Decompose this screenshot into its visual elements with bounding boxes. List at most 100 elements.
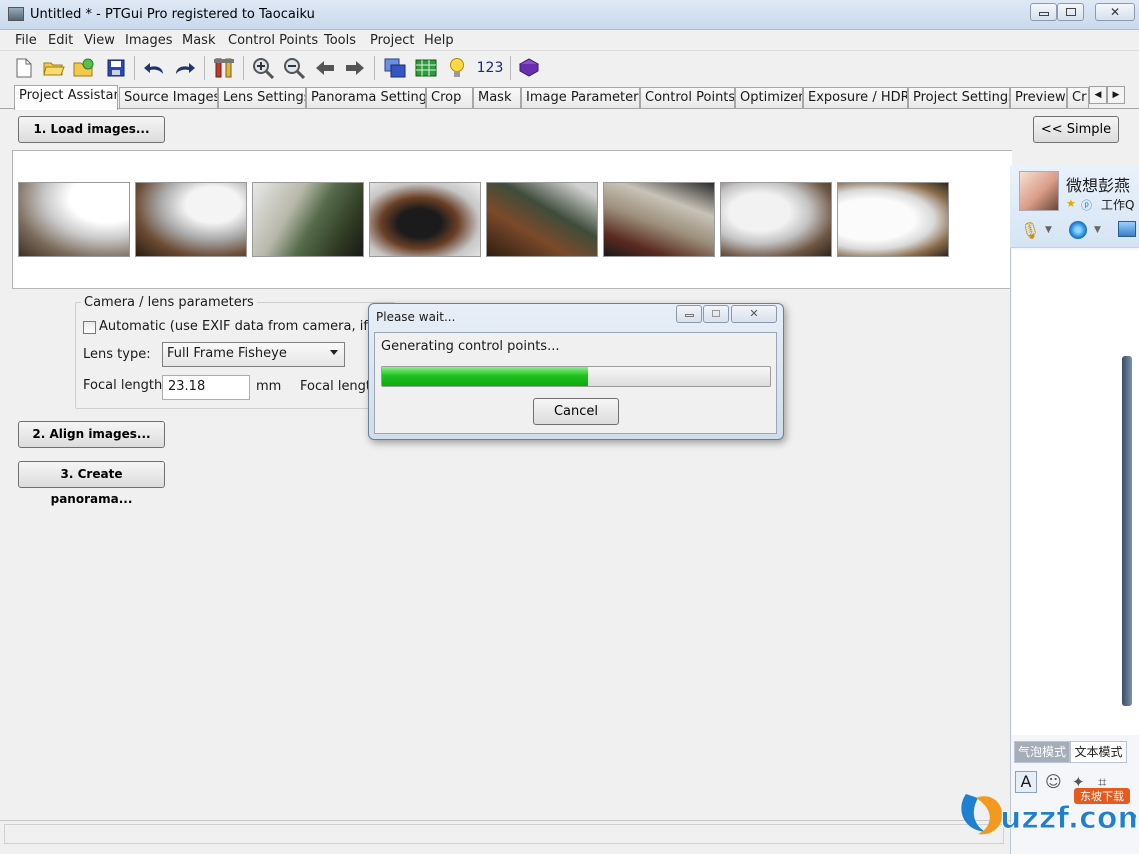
- menu-bar: File Edit View Images Mask Control Point…: [0, 30, 1139, 51]
- arrow-right-icon[interactable]: [343, 56, 367, 80]
- arrow-left-icon[interactable]: [313, 56, 337, 80]
- status-bar: [0, 820, 1010, 846]
- tab-project-settings[interactable]: Project Settings: [908, 87, 1010, 109]
- new-file-icon[interactable]: [12, 56, 36, 80]
- toolbar-separator: [243, 56, 244, 80]
- zoom-out-icon[interactable]: [282, 56, 306, 80]
- maximize-button[interactable]: [1057, 3, 1084, 21]
- bulb-icon[interactable]: [445, 56, 469, 80]
- table-icon[interactable]: [414, 56, 438, 80]
- automatic-exif-label: Automatic (use EXIF data from camera, if…: [99, 319, 403, 334]
- open-folder-icon[interactable]: [42, 56, 66, 80]
- simple-button[interactable]: << Simple: [1033, 116, 1119, 143]
- thumbnail-1[interactable]: [18, 182, 130, 257]
- status-bar-cell: [4, 824, 1004, 844]
- focal-length-label: Focal length:: [83, 378, 167, 393]
- qq-scrollbar[interactable]: [1122, 356, 1132, 706]
- avatar[interactable]: [1019, 171, 1059, 211]
- tab-image-parameters[interactable]: Image Parameters: [521, 87, 640, 109]
- tab-optimizer[interactable]: Optimizer: [735, 87, 803, 109]
- qq-chat-area: [1012, 250, 1139, 735]
- tab-scroll-left-icon[interactable]: ◀: [1089, 86, 1107, 104]
- align-images-button[interactable]: 2. Align images...: [18, 421, 165, 448]
- thumbnail-5[interactable]: [486, 182, 598, 257]
- star-icon: ★: [1066, 197, 1076, 210]
- tab-source-images[interactable]: Source Images: [119, 87, 218, 109]
- chevron-down-icon[interactable]: ▼: [1045, 225, 1052, 235]
- tab-project-assistant[interactable]: Project Assistant: [14, 85, 118, 110]
- close-icon: ✕: [749, 307, 759, 320]
- toolbar-separator: [374, 56, 375, 80]
- zoom-in-icon[interactable]: [251, 56, 275, 80]
- load-images-button[interactable]: 1. Load images...: [18, 116, 165, 143]
- save-icon[interactable]: [104, 56, 128, 80]
- undo-icon[interactable]: [142, 56, 166, 80]
- create-panorama-button[interactable]: 3. Create panorama...: [18, 461, 165, 506]
- thumbnail-8[interactable]: [837, 182, 949, 257]
- help-book-icon[interactable]: [517, 56, 541, 80]
- toolbar-separator: [134, 56, 135, 80]
- tab-scroll-right-icon[interactable]: ▶: [1107, 86, 1125, 104]
- thumbnail-7[interactable]: [720, 182, 832, 257]
- menu-tools[interactable]: Tools: [324, 33, 356, 48]
- lens-type-select[interactable]: Full Frame Fisheye: [162, 342, 345, 367]
- menu-images[interactable]: Images: [125, 33, 173, 48]
- menu-view[interactable]: View: [84, 33, 115, 48]
- menu-mask[interactable]: Mask: [182, 33, 215, 48]
- focal-length-unit: mm: [256, 379, 282, 394]
- thumbnail-2[interactable]: [135, 182, 247, 257]
- menu-file[interactable]: File: [15, 33, 37, 48]
- menu-control-points[interactable]: Control Points: [228, 33, 318, 48]
- dialog-close-button[interactable]: ✕: [731, 305, 777, 323]
- tab-crop[interactable]: Crop: [426, 87, 473, 109]
- thumbnail-6[interactable]: [603, 182, 715, 257]
- thumbnail-4[interactable]: [369, 182, 481, 257]
- dialog-maximize-button[interactable]: [703, 305, 729, 323]
- screen-share-icon[interactable]: [1118, 221, 1136, 237]
- progress-bar: [381, 366, 771, 387]
- menu-edit[interactable]: Edit: [48, 33, 73, 48]
- close-button[interactable]: ✕: [1095, 3, 1135, 21]
- close-icon: ✕: [1109, 5, 1121, 19]
- toolbar-separator: [204, 56, 205, 80]
- automatic-exif-checkbox[interactable]: [83, 321, 96, 334]
- camera-lens-group-label: Camera / lens parameters: [81, 295, 257, 310]
- tab-control-points[interactable]: Control Points: [640, 87, 735, 109]
- title-bar: Untitled * - PTGui Pro registered to Tao…: [0, 0, 1139, 30]
- minimize-button[interactable]: [1030, 3, 1057, 21]
- thumbnail-3[interactable]: [252, 182, 364, 257]
- qq-tab-bubble-mode[interactable]: 气泡模式: [1014, 741, 1070, 763]
- tab-mask[interactable]: Mask: [473, 87, 521, 109]
- redo-icon[interactable]: [173, 56, 197, 80]
- panorama-editor-icon[interactable]: [383, 56, 407, 80]
- microphone-icon[interactable]: 🎙: [1020, 221, 1040, 240]
- tab-panorama-settings[interactable]: Panorama Settings: [306, 87, 426, 109]
- open-recent-icon[interactable]: [72, 56, 96, 80]
- cancel-button[interactable]: Cancel: [533, 398, 619, 425]
- progress-bar-fill: [382, 367, 588, 386]
- tab-bar: Project Assistant Source Images Lens Set…: [0, 85, 1139, 110]
- qq-status-icon: ⓟ: [1081, 199, 1092, 212]
- dialog-title: Please wait...: [376, 310, 456, 324]
- tab-divider: [0, 108, 1139, 109]
- tab-preview[interactable]: Preview: [1010, 87, 1067, 109]
- app-icon: [8, 7, 24, 21]
- qq-tab-text-mode[interactable]: 文本模式: [1070, 741, 1127, 763]
- tools-icon[interactable]: [212, 56, 236, 80]
- tab-lens-settings[interactable]: Lens Settings: [218, 87, 306, 109]
- svg-text:东坡下载: 东坡下载: [1080, 790, 1124, 803]
- tab-exposure-hdr[interactable]: Exposure / HDR: [803, 87, 908, 109]
- menu-project[interactable]: Project: [370, 33, 414, 48]
- menu-help[interactable]: Help: [424, 33, 454, 48]
- qq-contact-name: 微想彭燕: [1066, 176, 1131, 195]
- focal-length-input[interactable]: 23.18: [162, 375, 250, 400]
- dialog-minimize-button[interactable]: [676, 305, 702, 323]
- dialog-message: Generating control points...: [381, 339, 560, 354]
- window-title: Untitled * - PTGui Pro registered to Tao…: [30, 7, 315, 22]
- tab-crop-truncated[interactable]: Cr: [1067, 87, 1089, 109]
- chevron-down-icon[interactable]: ▼: [1094, 225, 1101, 235]
- watermark-logo: uzzf.com 东坡下载: [956, 786, 1139, 841]
- toolbar: 123: [0, 51, 1139, 84]
- camera-icon[interactable]: [1069, 221, 1087, 239]
- numbering-icon[interactable]: 123: [474, 56, 506, 80]
